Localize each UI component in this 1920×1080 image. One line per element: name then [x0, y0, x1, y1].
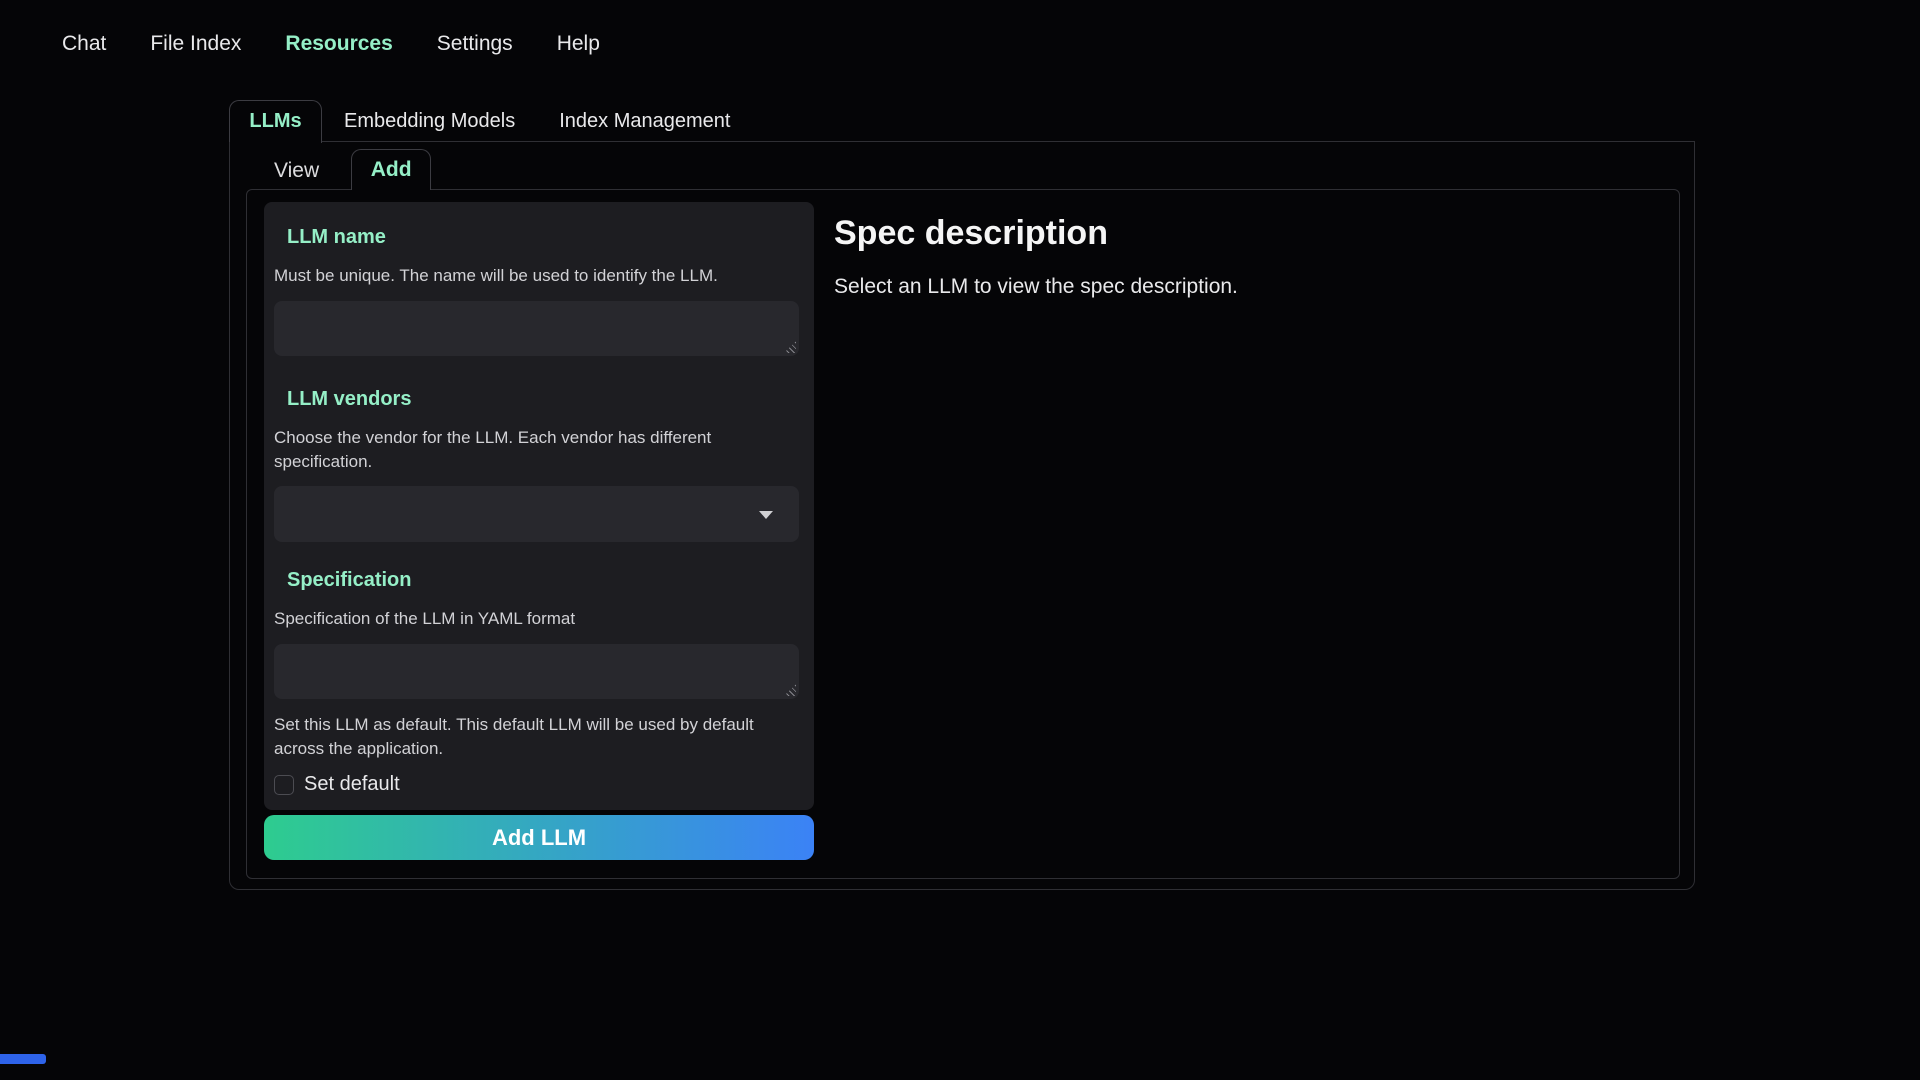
llms-tab-content: View Add LLM name Must be unique. The na… [229, 142, 1695, 890]
specification-label: Specification [287, 542, 799, 593]
llm-vendors-description: Choose the vendor for the LLM. Each vend… [274, 426, 799, 474]
tab-embedding-models[interactable]: Embedding Models [322, 100, 537, 141]
set-default-description: Set this LLM as default. This default LL… [274, 713, 799, 761]
top-navigation: Chat File Index Resources Settings Help [62, 26, 600, 62]
add-llm-panel: LLM name Must be unique. The name will b… [246, 189, 1680, 879]
specification-input[interactable] [274, 644, 799, 699]
nav-item-file-index[interactable]: File Index [150, 26, 241, 62]
spec-description-placeholder: Select an LLM to view the spec descripti… [834, 273, 1614, 301]
llm-vendors-label: LLM vendors [287, 356, 799, 412]
nav-item-settings[interactable]: Settings [437, 26, 513, 62]
add-llm-button[interactable]: Add LLM [264, 815, 814, 860]
subtab-view[interactable]: View [263, 152, 330, 190]
nav-item-chat[interactable]: Chat [62, 26, 106, 62]
resource-tabs: LLMs Embedding Models Index Management [229, 100, 1695, 142]
tab-index-management[interactable]: Index Management [537, 100, 752, 141]
add-llm-form: LLM name Must be unique. The name will b… [264, 202, 814, 810]
llm-subtabs: View Add [263, 148, 431, 190]
llm-vendors-dropdown[interactable] [274, 486, 799, 542]
chevron-down-icon [759, 511, 773, 519]
spec-description-title: Spec description [834, 202, 1614, 253]
llm-name-label: LLM name [287, 202, 799, 250]
tab-llms[interactable]: LLMs [229, 100, 322, 143]
specification-description: Specification of the LLM in YAML format [274, 607, 799, 631]
set-default-checkbox[interactable] [274, 775, 294, 795]
llm-name-input[interactable] [274, 301, 799, 356]
spec-description-section: Spec description Select an LLM to view t… [834, 202, 1614, 301]
subtab-add[interactable]: Add [351, 149, 431, 190]
nav-item-help[interactable]: Help [557, 26, 600, 62]
nav-item-resources[interactable]: Resources [285, 26, 392, 62]
set-default-label: Set default [304, 773, 400, 796]
specification-field-wrap [274, 644, 799, 699]
llm-name-field-wrap [274, 301, 799, 356]
llm-name-description: Must be unique. The name will be used to… [274, 264, 799, 288]
horizontal-scrollbar-thumb[interactable] [0, 1054, 46, 1064]
set-default-row[interactable]: Set default [274, 773, 799, 796]
